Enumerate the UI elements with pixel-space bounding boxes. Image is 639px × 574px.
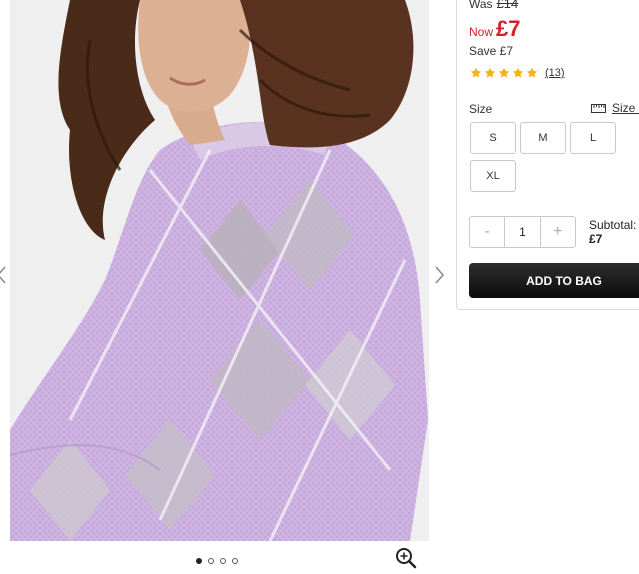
product-purchase-panel: Was£14 Now£7 Save £7 (13) Size Size a S …	[456, 0, 639, 310]
ruler-icon	[591, 103, 606, 113]
review-count-link[interactable]: (13)	[545, 67, 565, 79]
zoom-in-icon	[396, 548, 417, 569]
now-label: Now	[469, 25, 494, 39]
size-option-l[interactable]: L	[570, 122, 616, 154]
size-option-s[interactable]: S	[470, 122, 516, 154]
chevron-right-icon	[435, 266, 444, 284]
slide-dot[interactable]	[208, 558, 214, 564]
slide-indicator	[196, 558, 238, 564]
product-photo-illustration	[10, 0, 429, 541]
quantity-decrease-button[interactable]: -	[470, 217, 504, 247]
star-icon	[512, 67, 524, 78]
save-amount: Save £7	[469, 44, 514, 58]
was-price: £14	[496, 0, 519, 11]
slide-dot[interactable]	[196, 558, 202, 564]
now-price: £7	[496, 16, 521, 41]
product-photo[interactable]	[10, 0, 429, 541]
size-option-xl[interactable]: XL	[470, 160, 516, 192]
previous-image-button[interactable]	[0, 262, 10, 288]
star-icon	[498, 67, 510, 78]
quantity-input[interactable]: 1	[504, 217, 541, 247]
size-label: Size	[469, 102, 493, 116]
was-price-row: Was £14	[469, 0, 518, 11]
product-image-gallery	[0, 0, 455, 571]
quantity-increase-button[interactable]: +	[541, 217, 575, 247]
add-to-bag-button[interactable]: ADD TO BAG	[469, 263, 639, 298]
next-image-button[interactable]	[431, 262, 447, 288]
zoom-button[interactable]	[395, 547, 417, 569]
star-icon	[526, 67, 538, 78]
quantity-stepper: - 1 +	[469, 216, 576, 248]
slide-dot[interactable]	[220, 558, 226, 564]
size-guide-label: Size a	[612, 101, 639, 115]
subtotal-label: Subtotal:	[589, 218, 637, 232]
slide-dot[interactable]	[232, 558, 238, 564]
subtotal-value: £7	[589, 232, 603, 246]
was-label: Was	[469, 0, 493, 11]
chevron-left-icon	[0, 266, 6, 284]
now-price-row: Now £7	[469, 16, 521, 42]
star-icon	[484, 67, 496, 78]
star-rating[interactable]: (13)	[470, 67, 565, 79]
subtotal: Subtotal: £7	[589, 218, 636, 246]
star-icon	[470, 67, 482, 78]
size-option-m[interactable]: M	[520, 122, 566, 154]
size-guide-link[interactable]: Size a	[591, 101, 639, 115]
